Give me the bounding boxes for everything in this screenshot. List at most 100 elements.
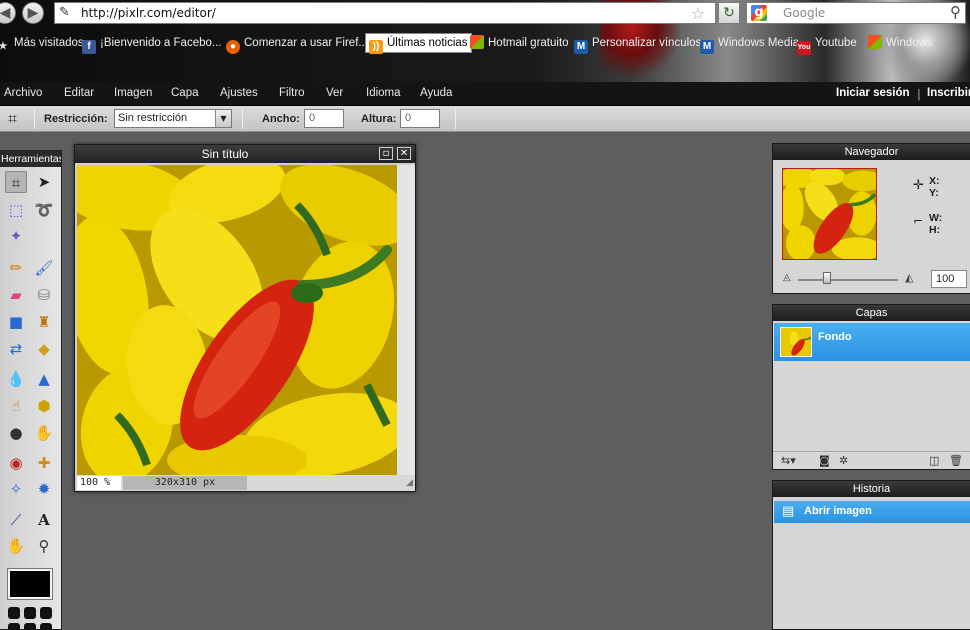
- sponge-tool-icon[interactable]: ⬢: [33, 395, 55, 417]
- signup-link[interactable]: Inscribir: [927, 87, 970, 99]
- url-text[interactable]: http://pixlr.com/editor/: [81, 6, 216, 20]
- marquee-tool-icon[interactable]: ⬚: [5, 199, 27, 221]
- zoom-slider-thumb[interactable]: [823, 272, 831, 284]
- menu-ver[interactable]: Ver: [326, 87, 343, 99]
- nav-w-label: W:: [929, 212, 943, 224]
- pencil-tool-icon[interactable]: ✏: [5, 257, 27, 279]
- bookmark-item[interactable]: M Windows Media: [700, 34, 799, 54]
- restriction-select[interactable]: Sin restricción ▼: [114, 109, 232, 128]
- search-input[interactable]: g Google ⚲: [746, 2, 966, 24]
- menu-ajustes[interactable]: Ajustes: [220, 87, 258, 99]
- arrow-right-icon: ▶: [27, 5, 39, 21]
- smudge-tool-icon[interactable]: ☝: [5, 395, 27, 417]
- menu-capa[interactable]: Capa: [171, 87, 199, 99]
- scrollbar-vertical[interactable]: [397, 165, 415, 475]
- layer-mask-icon[interactable]: ◙: [819, 454, 830, 467]
- resize-grip-icon[interactable]: ◢: [406, 478, 413, 488]
- bookmark-item[interactable]: Windows: [868, 34, 933, 52]
- type-tool-icon[interactable]: A: [33, 509, 55, 531]
- menu-imagen[interactable]: Imagen: [114, 87, 152, 99]
- hand-tool-icon[interactable]: ✋: [5, 535, 27, 557]
- forward-button[interactable]: ▶: [22, 2, 44, 24]
- bookmark-item[interactable]: You Youtube: [797, 34, 857, 55]
- spot-heal-icon[interactable]: ✚: [33, 452, 55, 474]
- picker-tool-icon[interactable]: ⟋: [5, 509, 27, 531]
- primary-color-swatch[interactable]: [7, 568, 53, 600]
- layer-thumbnail: [780, 327, 812, 357]
- menu-idioma[interactable]: Idioma: [366, 87, 401, 99]
- dodge-tool-icon[interactable]: ●: [5, 422, 27, 444]
- back-button[interactable]: ◀: [0, 2, 16, 24]
- layer-styles-icon[interactable]: ✲: [839, 454, 848, 467]
- tools-title: Herramientas: [0, 151, 61, 167]
- magic-wand-icon[interactable]: ✦: [5, 225, 27, 247]
- menu-ayuda[interactable]: Ayuda: [420, 87, 452, 99]
- star-icon[interactable]: ☆: [691, 4, 705, 23]
- shape-tool-icon[interactable]: ◆: [33, 338, 55, 360]
- peppers-image: [77, 165, 397, 475]
- pinch-tool-icon[interactable]: ✹: [33, 478, 55, 500]
- nav-h-label: H:: [929, 224, 941, 236]
- mini-button[interactable]: [8, 607, 20, 619]
- trash-icon[interactable]: 🗑: [949, 454, 963, 467]
- zoom-level-input[interactable]: 100: [931, 270, 967, 288]
- brush-tool-icon[interactable]: 🖌: [33, 257, 55, 279]
- mini-button[interactable]: [24, 607, 36, 619]
- gradient-tool-icon[interactable]: ■: [5, 311, 27, 333]
- bookmark-item[interactable]: f ¡Bienvenido a Facebo...: [82, 34, 221, 54]
- address-bar[interactable]: ✎ http://pixlr.com/editor/ ☆: [54, 2, 716, 24]
- login-link[interactable]: Iniciar sesión: [836, 87, 910, 99]
- bookmark-item[interactable]: M Personalizar vínculos: [574, 34, 701, 54]
- mini-button[interactable]: [40, 607, 52, 619]
- mini-button[interactable]: [8, 623, 20, 630]
- maximize-button[interactable]: ▫: [379, 147, 393, 160]
- red-eye-icon[interactable]: ◉: [5, 452, 27, 474]
- lasso-tool-icon[interactable]: ➰: [33, 199, 55, 221]
- menu-editar[interactable]: Editar: [64, 87, 94, 99]
- firefox-icon: ●: [226, 40, 240, 54]
- close-button[interactable]: ✕: [397, 147, 411, 160]
- history-item[interactable]: ▤ Abrir imagen: [774, 501, 970, 523]
- bookmark-item[interactable]: Hotmail gratuito: [470, 34, 569, 52]
- image-window: Sin título ▫ ✕ 100 % 320x310 px ◢: [74, 144, 416, 492]
- zoom-slider-track[interactable]: [798, 279, 898, 281]
- layer-settings-icon[interactable]: ⇆▾: [781, 454, 796, 467]
- sharpen-tool-icon[interactable]: ▲: [33, 368, 55, 390]
- menu-filtro[interactable]: Filtro: [279, 87, 305, 99]
- mini-button[interactable]: [40, 623, 52, 630]
- search-icon[interactable]: ⚲: [950, 3, 961, 21]
- bookmark-item[interactable]: ★ Más visitados: [0, 34, 84, 52]
- move-tool-icon[interactable]: ➤: [33, 171, 55, 193]
- layer-item[interactable]: Fondo: [774, 323, 970, 361]
- blur-tool-icon[interactable]: 💧: [5, 368, 27, 390]
- new-layer-icon[interactable]: ◫: [929, 454, 939, 467]
- image-canvas[interactable]: [77, 165, 397, 475]
- crop-tool-icon[interactable]: ⌗: [5, 171, 27, 193]
- menu-archivo[interactable]: Archivo: [4, 87, 42, 99]
- msn-icon: M: [700, 40, 714, 54]
- image-titlebar[interactable]: Sin título ▫ ✕: [75, 145, 415, 163]
- image-title: Sin título: [201, 147, 249, 161]
- replace-color-icon[interactable]: ⇄: [5, 338, 27, 360]
- layers-panel: Capas Fondo ⇆▾ ◙ ✲ ◫ 🗑: [772, 304, 970, 470]
- eraser-tool-icon[interactable]: ▰: [5, 284, 27, 306]
- zoom-out-icon[interactable]: ◬: [783, 272, 791, 283]
- msn-icon: M: [574, 40, 588, 54]
- width-input[interactable]: 0: [304, 109, 344, 128]
- navigator-thumbnail[interactable]: [782, 168, 877, 260]
- bloat-tool-icon[interactable]: ✧: [5, 478, 27, 500]
- google-icon[interactable]: g: [751, 5, 767, 21]
- zoom-input[interactable]: 100 %: [77, 476, 121, 490]
- burn-tool-icon[interactable]: ✋: [33, 422, 55, 444]
- height-input[interactable]: 0: [400, 109, 440, 128]
- zoom-tool-icon[interactable]: ⚲: [33, 535, 55, 557]
- bookmark-item[interactable]: ● Comenzar a usar Firef...: [226, 34, 368, 54]
- chevron-down-icon[interactable]: ▼: [215, 110, 231, 127]
- bucket-tool-icon[interactable]: ⛁: [33, 284, 55, 306]
- bookmark-item[interactable]: )) Últimas noticias: [365, 33, 472, 54]
- zoom-in-icon[interactable]: ◭: [905, 271, 913, 284]
- reload-button[interactable]: ↻: [718, 2, 740, 24]
- stamp-tool-icon[interactable]: ♜: [33, 311, 55, 333]
- mini-button[interactable]: [24, 623, 36, 630]
- history-title: Historia: [773, 481, 970, 497]
